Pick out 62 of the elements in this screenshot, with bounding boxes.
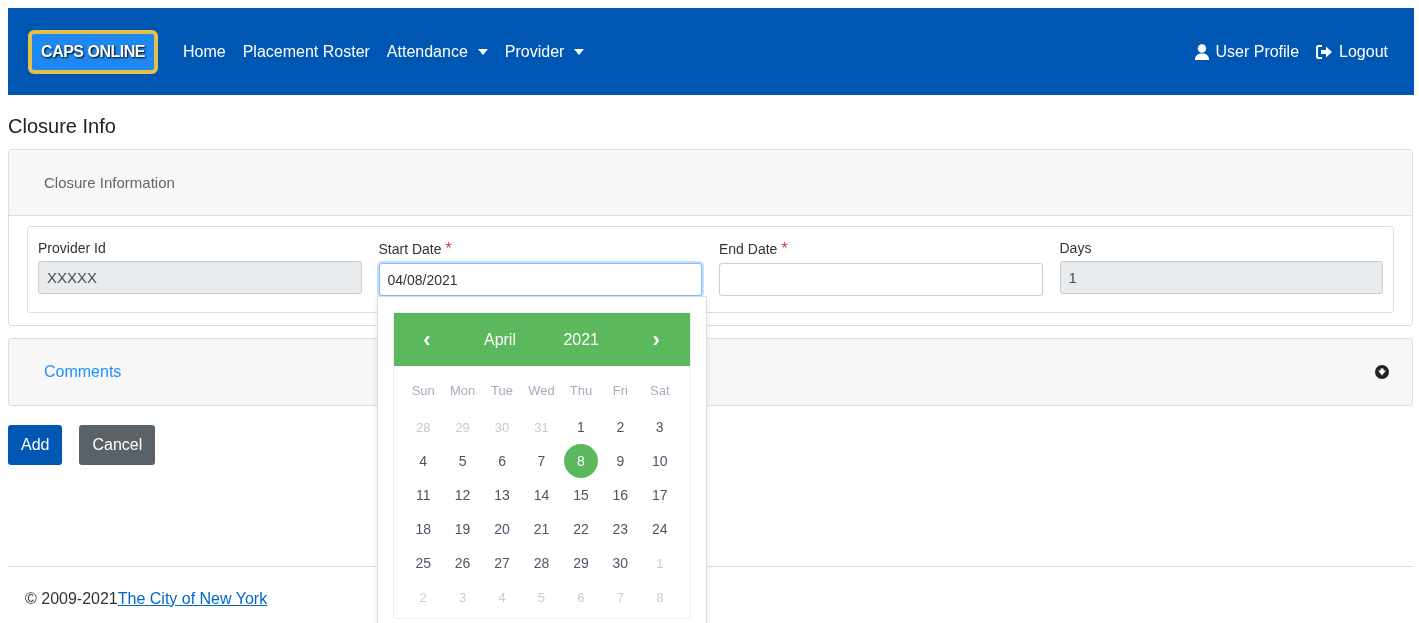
weekday-label: Mon <box>449 381 477 400</box>
calendar-day[interactable]: 7 <box>524 444 559 478</box>
calendar-day[interactable]: 5 <box>445 444 480 478</box>
caret-icon <box>477 48 488 55</box>
calendar-day[interactable]: 4 <box>406 444 441 478</box>
calendar-day[interactable]: 6 <box>485 444 520 478</box>
nav-link[interactable]: Provider <box>504 42 585 61</box>
calendar-day[interactable]: 3 <box>642 410 677 444</box>
field-label: End Date <box>719 241 778 257</box>
weekday-label: Tue <box>490 381 514 400</box>
weekday-label: Sun <box>410 381 436 400</box>
logout-icon <box>1316 44 1334 59</box>
calendar-day[interactable]: 12 <box>445 478 480 512</box>
calendar-day[interactable]: 11 <box>406 478 441 512</box>
nav-link[interactable]: User Profile <box>1195 42 1300 61</box>
copyright-text: © 2009-2021 <box>25 590 118 607</box>
calendar-day[interactable]: 24 <box>642 512 677 546</box>
calendar-day[interactable]: 2 <box>603 410 638 444</box>
weekday-label: Thu <box>568 381 594 400</box>
user-icon <box>1195 43 1210 60</box>
required-mark: * <box>445 240 452 258</box>
nav-link[interactable]: Logout <box>1316 42 1388 61</box>
weekday-label: Wed <box>527 381 556 400</box>
calendar-day[interactable]: 18 <box>406 512 441 546</box>
expand-icon[interactable] <box>1375 365 1389 379</box>
caret-icon <box>574 48 585 55</box>
field-label: Provider Id <box>38 240 106 256</box>
calendar-day[interactable]: 16 <box>603 478 638 512</box>
calendar-day[interactable]: 10 <box>642 444 677 478</box>
action-button[interactable]: Add <box>8 425 63 465</box>
input-field[interactable] <box>719 263 1043 296</box>
calendar-day[interactable]: 15 <box>563 478 598 512</box>
calendar-day[interactable]: 21 <box>524 512 559 546</box>
calendar-day[interactable]: 20 <box>485 512 520 546</box>
calendar-day[interactable]: 1 <box>563 410 598 444</box>
nav-link[interactable]: Placement Roster <box>242 42 370 61</box>
calendar-day[interactable]: 22 <box>563 512 598 546</box>
calendar-day[interactable]: 17 <box>642 478 677 512</box>
calendar-day[interactable]: 14 <box>524 478 559 512</box>
action-button[interactable]: Cancel <box>79 425 156 465</box>
weekday-label: Fri <box>611 381 629 400</box>
input-field[interactable]: 04/08/2021 <box>378 263 702 296</box>
calendar-day[interactable]: 23 <box>603 512 638 546</box>
section-title: Closure Information <box>44 174 175 191</box>
calendar-day[interactable]: 13 <box>485 478 520 512</box>
nav-link[interactable]: Attendance <box>386 42 488 61</box>
calendar-day[interactable]: 28 <box>524 546 559 580</box>
calendar-day[interactable]: 9 <box>603 444 638 478</box>
calendar-day[interactable]: 29 <box>563 546 598 580</box>
calendar-day[interactable]: 19 <box>445 512 480 546</box>
field-label: Start Date <box>378 241 442 257</box>
field-label: Days <box>1059 240 1092 256</box>
page-title: Closure Info <box>8 115 117 139</box>
calendar-day[interactable]: 26 <box>445 546 480 580</box>
calendar-day[interactable]: 30 <box>603 546 638 580</box>
required-mark: * <box>781 240 788 258</box>
logo[interactable]: CAPS ONLINE <box>28 29 158 74</box>
calendar-day[interactable]: 27 <box>485 546 520 580</box>
footer-link[interactable]: The City of New York <box>117 590 268 607</box>
weekday-label: Sat <box>649 381 671 400</box>
nav-link[interactable]: Home <box>183 42 226 61</box>
calendar-day[interactable]: 25 <box>406 546 441 580</box>
